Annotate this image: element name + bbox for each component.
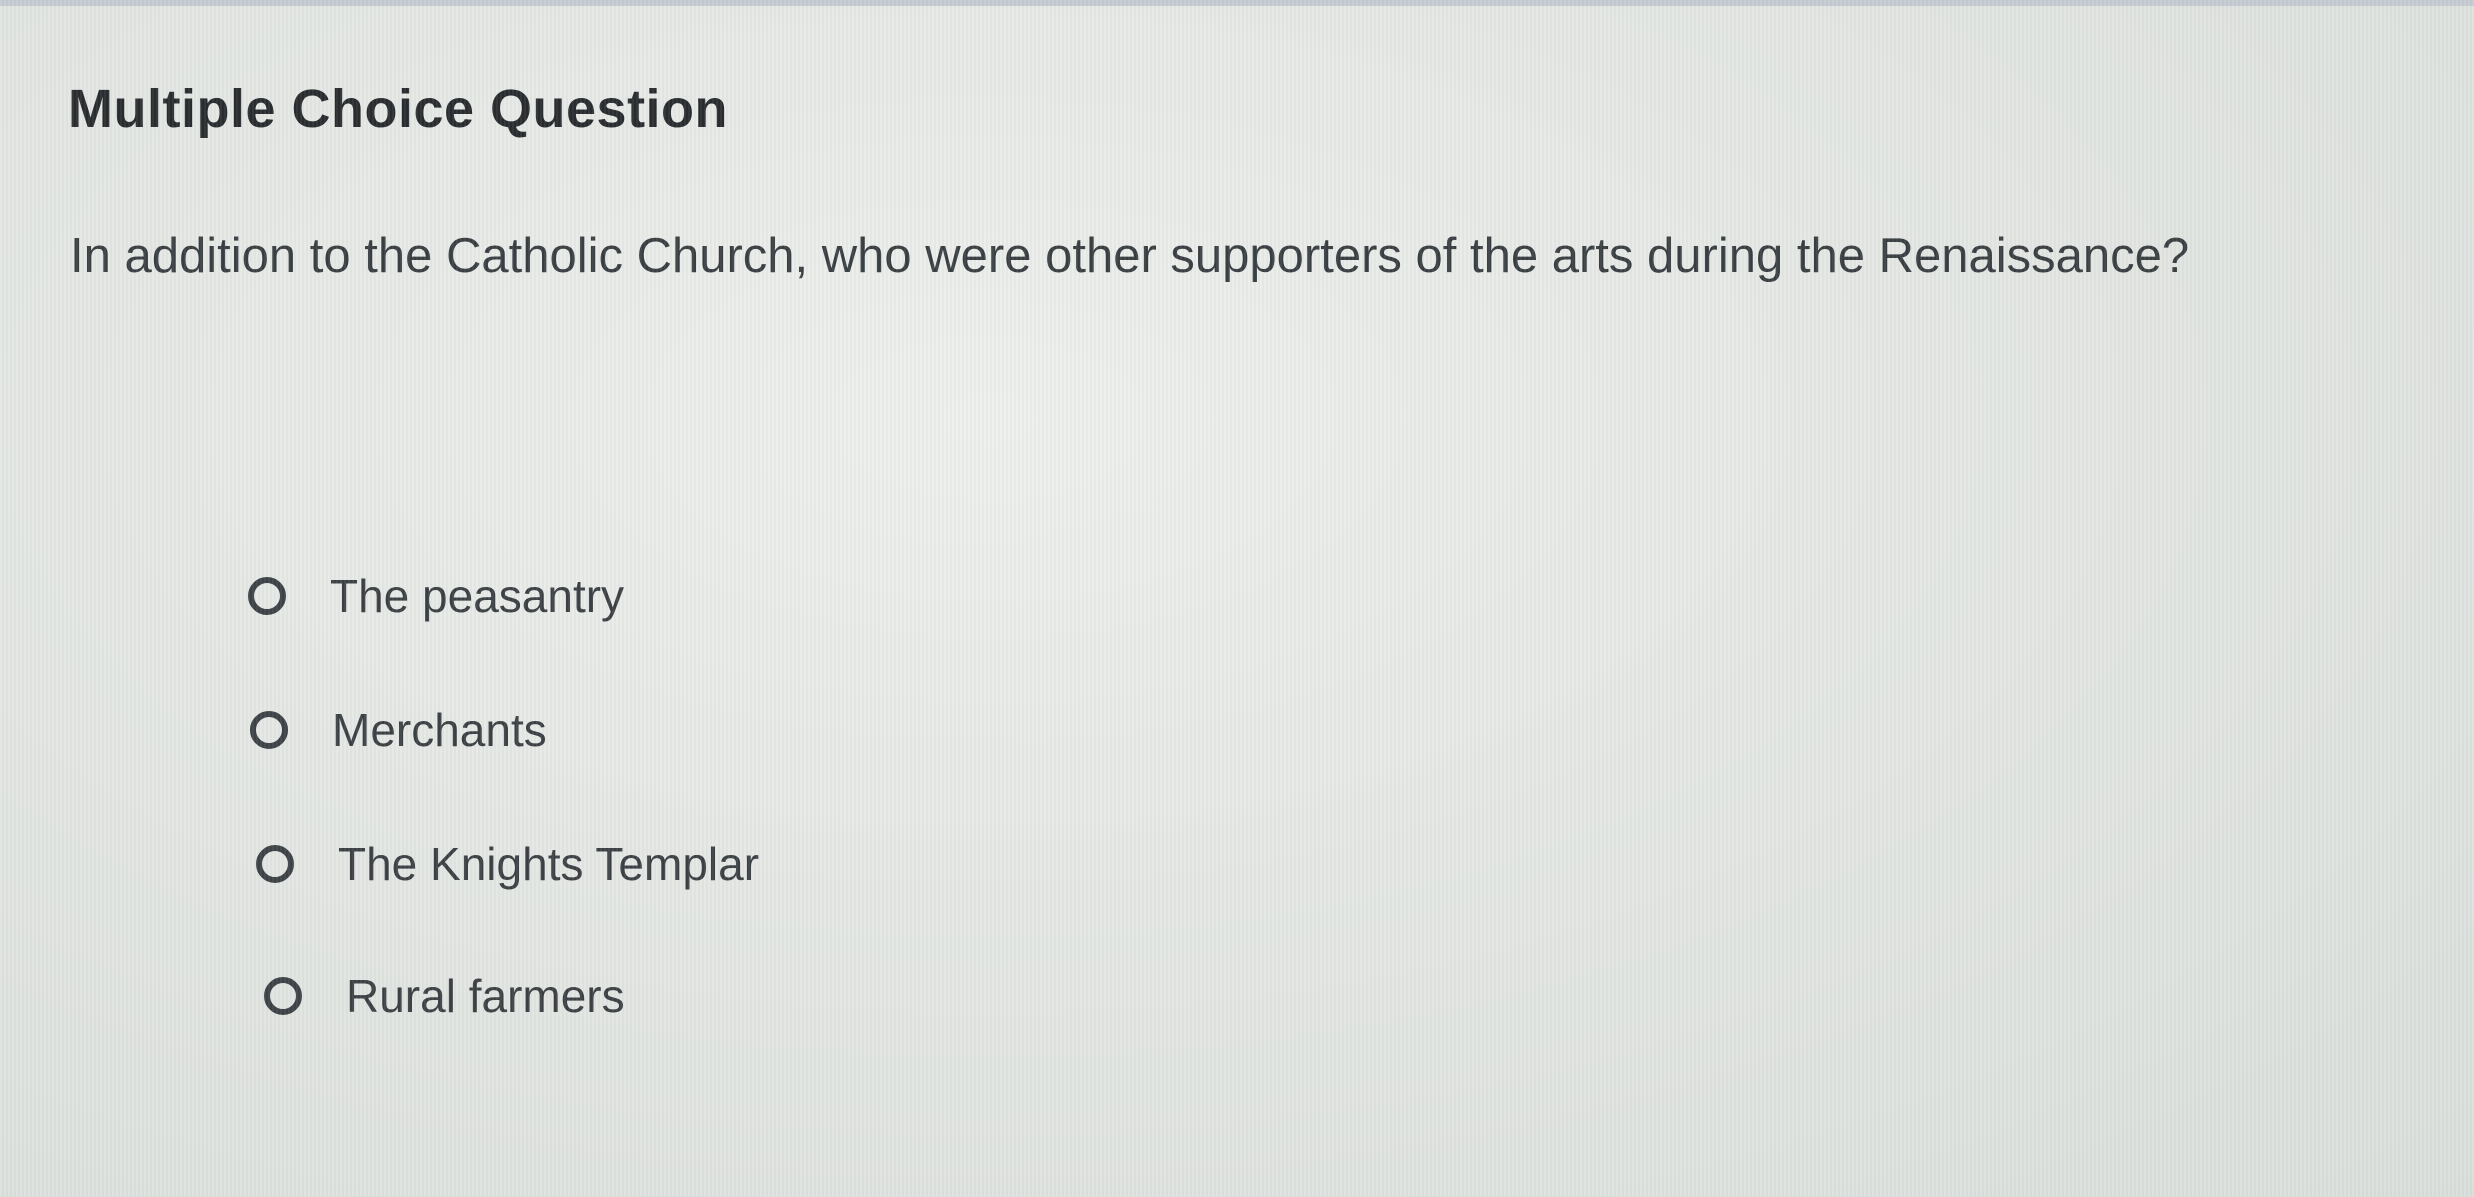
answer-option[interactable]: The Knights Templar (256, 834, 759, 894)
radio-button-icon[interactable] (264, 977, 302, 1015)
radio-button-icon[interactable] (250, 711, 288, 749)
question-card: Multiple Choice Question In addition to … (0, 6, 2474, 1197)
answer-option-label: The peasantry (330, 570, 625, 622)
answer-option-label: The Knights Templar (338, 838, 760, 890)
answer-option-label: Rural farmers (346, 970, 625, 1022)
answer-option[interactable]: The peasantry (248, 566, 624, 626)
question-prompt: In addition to the Catholic Church, who … (70, 229, 2190, 283)
radio-button-icon[interactable] (248, 577, 286, 615)
answer-option[interactable]: Merchants (250, 700, 547, 760)
radio-button-icon[interactable] (256, 845, 294, 883)
answer-option-label: Merchants (332, 704, 547, 756)
question-type-heading: Multiple Choice Question (68, 79, 729, 139)
answer-option[interactable]: Rural farmers (264, 966, 625, 1026)
